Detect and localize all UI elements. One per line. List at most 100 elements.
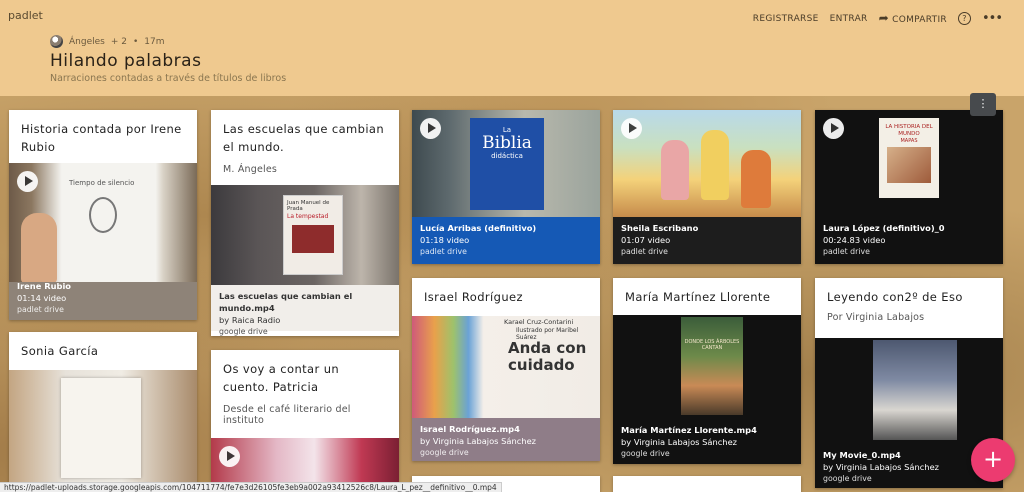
login-button[interactable]: ENTRAR <box>830 14 868 24</box>
post-body: Por Virginia Labajos <box>827 312 925 323</box>
play-icon[interactable] <box>219 446 240 467</box>
vertical-dots-icon: ⋮ <box>977 97 989 110</box>
book-cover: LA HISTORIA DEL MUNDO MAPAS <box>879 118 939 198</box>
book-cover: La Biblia didáctica <box>470 118 544 210</box>
cover-image <box>887 147 931 183</box>
post-card[interactable]: Israel Rodríguez Karael Cruz-Contarini I… <box>412 278 600 461</box>
child-illustration <box>661 140 689 200</box>
attachment-subtitle: by Virginia Labajos Sánchez <box>823 462 940 472</box>
share-label: COMPARTIR <box>892 14 947 25</box>
attachment-title: Laura López (definitivo)_0 <box>823 223 945 233</box>
separator-dot: • <box>132 36 139 47</box>
play-icon[interactable] <box>823 118 844 139</box>
attachment-source: google drive <box>621 449 670 458</box>
post-card[interactable]: Os voy a contar un cuento. Patricia Desd… <box>211 350 399 492</box>
cover-image <box>292 225 334 253</box>
header-actions: REGISTRARSE ENTRAR ➦ COMPARTIR ? ••• <box>753 10 1003 26</box>
book-author-text: Juan Manuel de Prada <box>287 200 330 212</box>
post-title: Os voy a contar un cuento. Patricia <box>223 362 340 394</box>
post-body: M. Ángeles <box>223 164 278 175</box>
post-title: Leyendo con2º de Eso <box>827 290 963 304</box>
book-title-text: LA HISTORIA DEL MUNDO <box>885 124 933 137</box>
contributors-count: + 2 <box>110 36 127 47</box>
attachment-info[interactable]: Lucía Arribas (definitivo) 01:18 video p… <box>412 217 600 263</box>
attachment-subtitle: 01:18 video <box>420 235 470 245</box>
post-title: Israel Rodríguez <box>424 290 523 304</box>
image-thumbnail[interactable] <box>9 370 197 492</box>
post-body: Desde el café literario del instituto <box>223 404 351 426</box>
video-thumbnail[interactable]: LA HISTORIA DEL MUNDO MAPAS <box>815 110 1003 217</box>
author-name[interactable]: Ángeles <box>69 37 105 47</box>
more-icon[interactable]: ••• <box>982 11 1003 26</box>
wall-options-button[interactable]: ⋮ <box>970 93 996 116</box>
post-card[interactable]: María Martínez Llorente DONDE LOS ÁRBOLE… <box>613 278 801 464</box>
attachment-info[interactable]: Las escuelas que cambian el mundo.mp4 by… <box>211 285 399 336</box>
image-thumbnail[interactable]: Karael Cruz-Contarini Ilustrado por Mari… <box>412 316 600 418</box>
attachment-source: google drive <box>823 474 872 483</box>
book-subtitle-text: didáctica <box>491 152 523 160</box>
play-icon[interactable] <box>420 118 441 139</box>
attachment-source: google drive <box>420 448 469 457</box>
post-title: María Martínez Llorente <box>625 290 771 304</box>
attachment-subtitle: by Virginia Labajos Sánchez <box>621 437 738 447</box>
header: padlet REGISTRARSE ENTRAR ➦ COMPARTIR ? … <box>0 0 1024 96</box>
photo-reading <box>873 340 957 440</box>
post-card[interactable]: Historia contada por Irene Rubio Tiempo … <box>9 110 197 320</box>
book-title-text: Biblia <box>482 133 532 153</box>
padlet-logo[interactable]: padlet <box>8 9 43 22</box>
attachment-source: padlet drive <box>621 247 668 256</box>
attachment-info[interactable]: Israel Rodríguez.mp4 by Virginia Labajos… <box>412 418 600 461</box>
attachment-info[interactable]: Laura López (definitivo)_0 00:24.83 vide… <box>815 217 1003 263</box>
book-cover-text: Tiempo de silencio <box>69 179 135 187</box>
padlet-wall: Historia contada por Irene Rubio Tiempo … <box>0 96 1024 492</box>
attachment-title: Las escuelas que cambian el mundo.mp4 <box>219 291 353 313</box>
post-title: Las escuelas que cambian el mundo. <box>223 122 385 154</box>
post-card[interactable] <box>613 476 801 492</box>
video-thumbnail[interactable]: Tiempo de silencio <box>9 163 197 282</box>
hand-illustration <box>21 213 57 282</box>
play-icon[interactable] <box>621 118 642 139</box>
attachment-title: Lucía Arribas (definitivo) <box>420 223 537 233</box>
post-time: 17m <box>144 36 165 47</box>
attachment-subtitle: 01:14 video <box>17 293 67 303</box>
attachment-title: María Martínez Llorente.mp4 <box>621 425 757 435</box>
add-post-button[interactable]: + <box>971 438 1015 482</box>
avatar[interactable] <box>50 35 63 48</box>
attachment-info[interactable]: María Martínez Llorente.mp4 by Virginia … <box>613 419 801 464</box>
video-thumbnail[interactable]: Juan Manuel de Prada La tempestad <box>211 185 399 285</box>
book-cover <box>61 378 141 478</box>
attachment-subtitle: 01:07 video <box>621 235 671 245</box>
help-icon[interactable]: ? <box>957 12 971 25</box>
post-card[interactable]: Sheila Escribano 01:07 video padlet driv… <box>613 110 801 264</box>
video-thumbnail[interactable] <box>613 110 801 217</box>
attachment-info[interactable]: Sheila Escribano 01:07 video padlet driv… <box>613 217 801 263</box>
post-title: Historia contada por Irene Rubio <box>21 122 182 154</box>
child-illustration <box>701 130 729 200</box>
book-cover: DONDE LOS ÁRBOLES CANTAN <box>681 317 743 415</box>
attachment-source: padlet drive <box>420 247 467 256</box>
attachment-source: padlet drive <box>17 305 64 314</box>
post-card[interactable]: LA HISTORIA DEL MUNDO MAPAS Laura López … <box>815 110 1003 264</box>
image-thumbnail[interactable]: DONDE LOS ÁRBOLES CANTAN <box>613 315 801 419</box>
book-title-text: La <box>502 126 512 134</box>
attachment-title: Sheila Escribano <box>621 223 699 233</box>
register-button[interactable]: REGISTRARSE <box>753 14 819 24</box>
post-card[interactable]: Las escuelas que cambian el mundo. M. Án… <box>211 110 399 336</box>
attachment-title: Israel Rodríguez.mp4 <box>420 424 520 434</box>
book-author-text: Karael Cruz-Contarini <box>504 318 574 326</box>
post-card[interactable]: Sonia García <box>9 332 197 492</box>
book-title-text: La tempestad <box>287 213 329 220</box>
status-bar-url: https://padlet-uploads.storage.googleapi… <box>0 482 502 492</box>
share-arrow-icon: ➦ <box>878 10 889 25</box>
play-icon[interactable] <box>17 171 38 192</box>
post-card[interactable]: La Biblia didáctica Lucía Arribas (defin… <box>412 110 600 264</box>
book-title-text: DONDE LOS ÁRBOLES CANTAN <box>684 339 740 351</box>
page-title: Hilando palabras <box>50 51 202 71</box>
image-thumbnail[interactable] <box>815 338 1003 444</box>
video-thumbnail[interactable]: La Biblia didáctica <box>412 110 600 217</box>
attachment-subtitle: 00:24.83 video <box>823 235 886 245</box>
pocket-watch-illustration <box>89 197 117 233</box>
attachment-source: padlet drive <box>823 247 870 256</box>
page-subtitle: Narraciones contadas a través de títulos… <box>50 73 287 84</box>
share-button[interactable]: ➦ COMPARTIR <box>878 10 947 25</box>
